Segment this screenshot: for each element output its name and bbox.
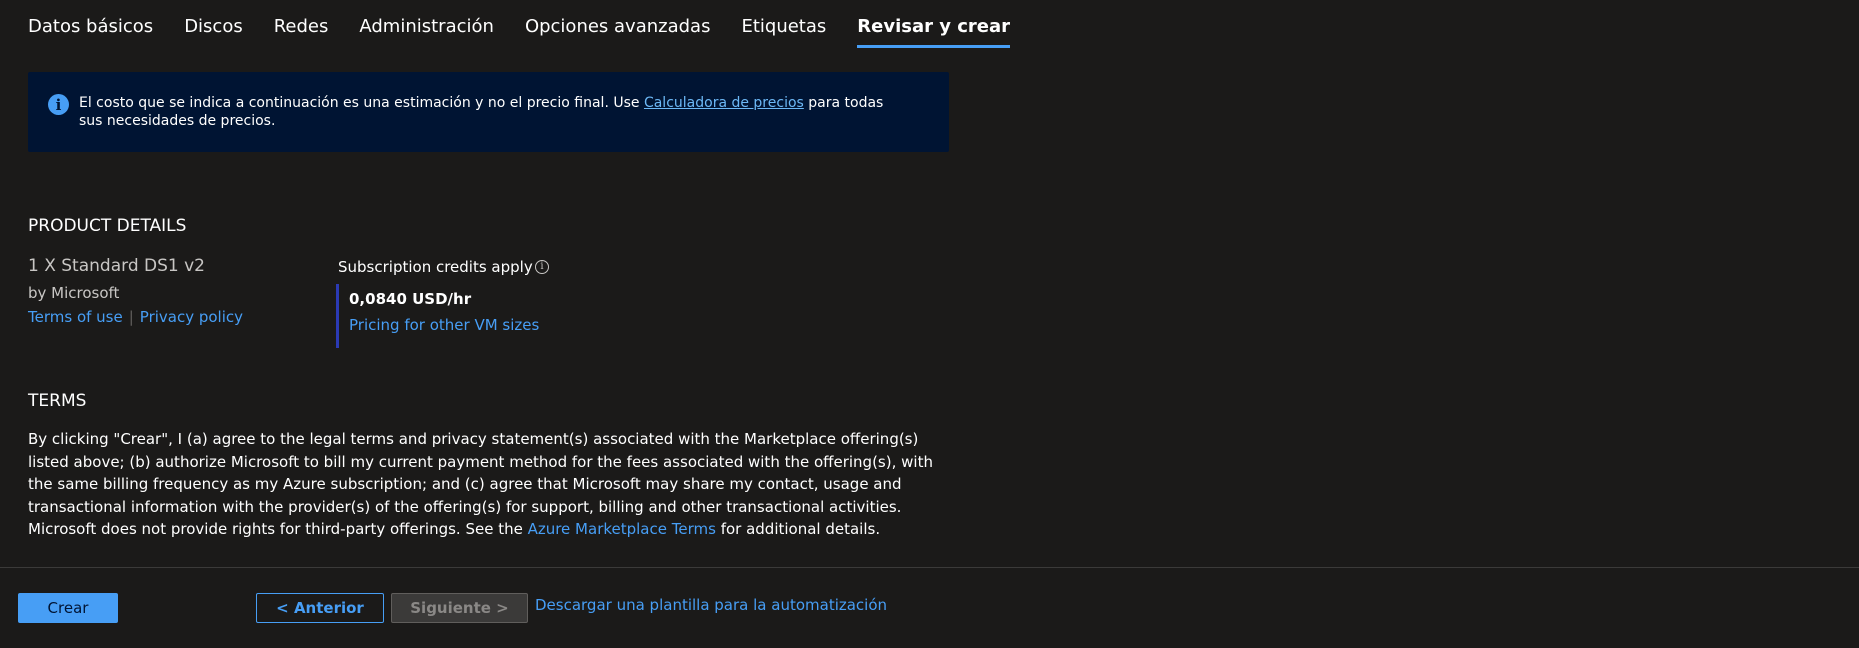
cost-info-banner: i El costo que se indica a continuación … <box>28 72 949 152</box>
terms-title: TERMS <box>28 391 87 411</box>
create-button[interactable]: Crear <box>18 593 118 623</box>
price-value: 0,0840 USD/hr <box>349 290 472 308</box>
link-separator: | <box>128 308 134 326</box>
tab-redes[interactable]: Redes <box>274 0 329 48</box>
terms-text: By clicking "Crear", I (a) agree to the … <box>28 428 948 541</box>
tab-opciones-avanzadas[interactable]: Opciones avanzadas <box>525 0 711 48</box>
tab-datos-basicos[interactable]: Datos básicos <box>28 0 153 48</box>
product-publisher: by Microsoft <box>28 284 120 302</box>
product-details-title: PRODUCT DETAILS <box>28 216 187 236</box>
download-template-link[interactable]: Descargar una plantilla para la automati… <box>535 596 887 614</box>
marketplace-terms-link[interactable]: Azure Marketplace Terms <box>528 520 716 538</box>
privacy-policy-link[interactable]: Privacy policy <box>140 308 243 326</box>
pricing-other-sizes-link[interactable]: Pricing for other VM sizes <box>349 316 539 334</box>
next-button[interactable]: Siguiente > <box>391 593 528 623</box>
info-icon: i <box>48 94 69 115</box>
tab-revisar-y-crear[interactable]: Revisar y crear <box>857 0 1011 48</box>
info-banner-text: El costo que se indica a continuación es… <box>79 94 909 130</box>
product-name: 1 X Standard DS1 v2 <box>28 256 205 276</box>
tab-discos[interactable]: Discos <box>184 0 243 48</box>
terms-text-after: for additional details. <box>715 520 881 538</box>
price-box: 0,0840 USD/hr Pricing for other VM sizes <box>336 284 539 348</box>
review-create-page: Datos básicos Discos Redes Administració… <box>0 0 1859 648</box>
tab-administracion[interactable]: Administración <box>359 0 494 48</box>
previous-button[interactable]: < Anterior <box>256 593 384 623</box>
product-links: Terms of use | Privacy policy <box>28 308 243 326</box>
info-tooltip-icon[interactable]: i <box>535 260 549 274</box>
subscription-credits-label: Subscription credits apply <box>338 258 533 276</box>
tab-etiquetas[interactable]: Etiquetas <box>741 0 826 48</box>
pricing-calculator-link[interactable]: Calculadora de precios <box>644 95 804 111</box>
wizard-tabs: Datos básicos Discos Redes Administració… <box>28 0 1041 56</box>
terms-of-use-link[interactable]: Terms of use <box>28 308 123 326</box>
footer-divider <box>0 567 1859 568</box>
info-text-before: El costo que se indica a continuación es… <box>79 95 644 111</box>
